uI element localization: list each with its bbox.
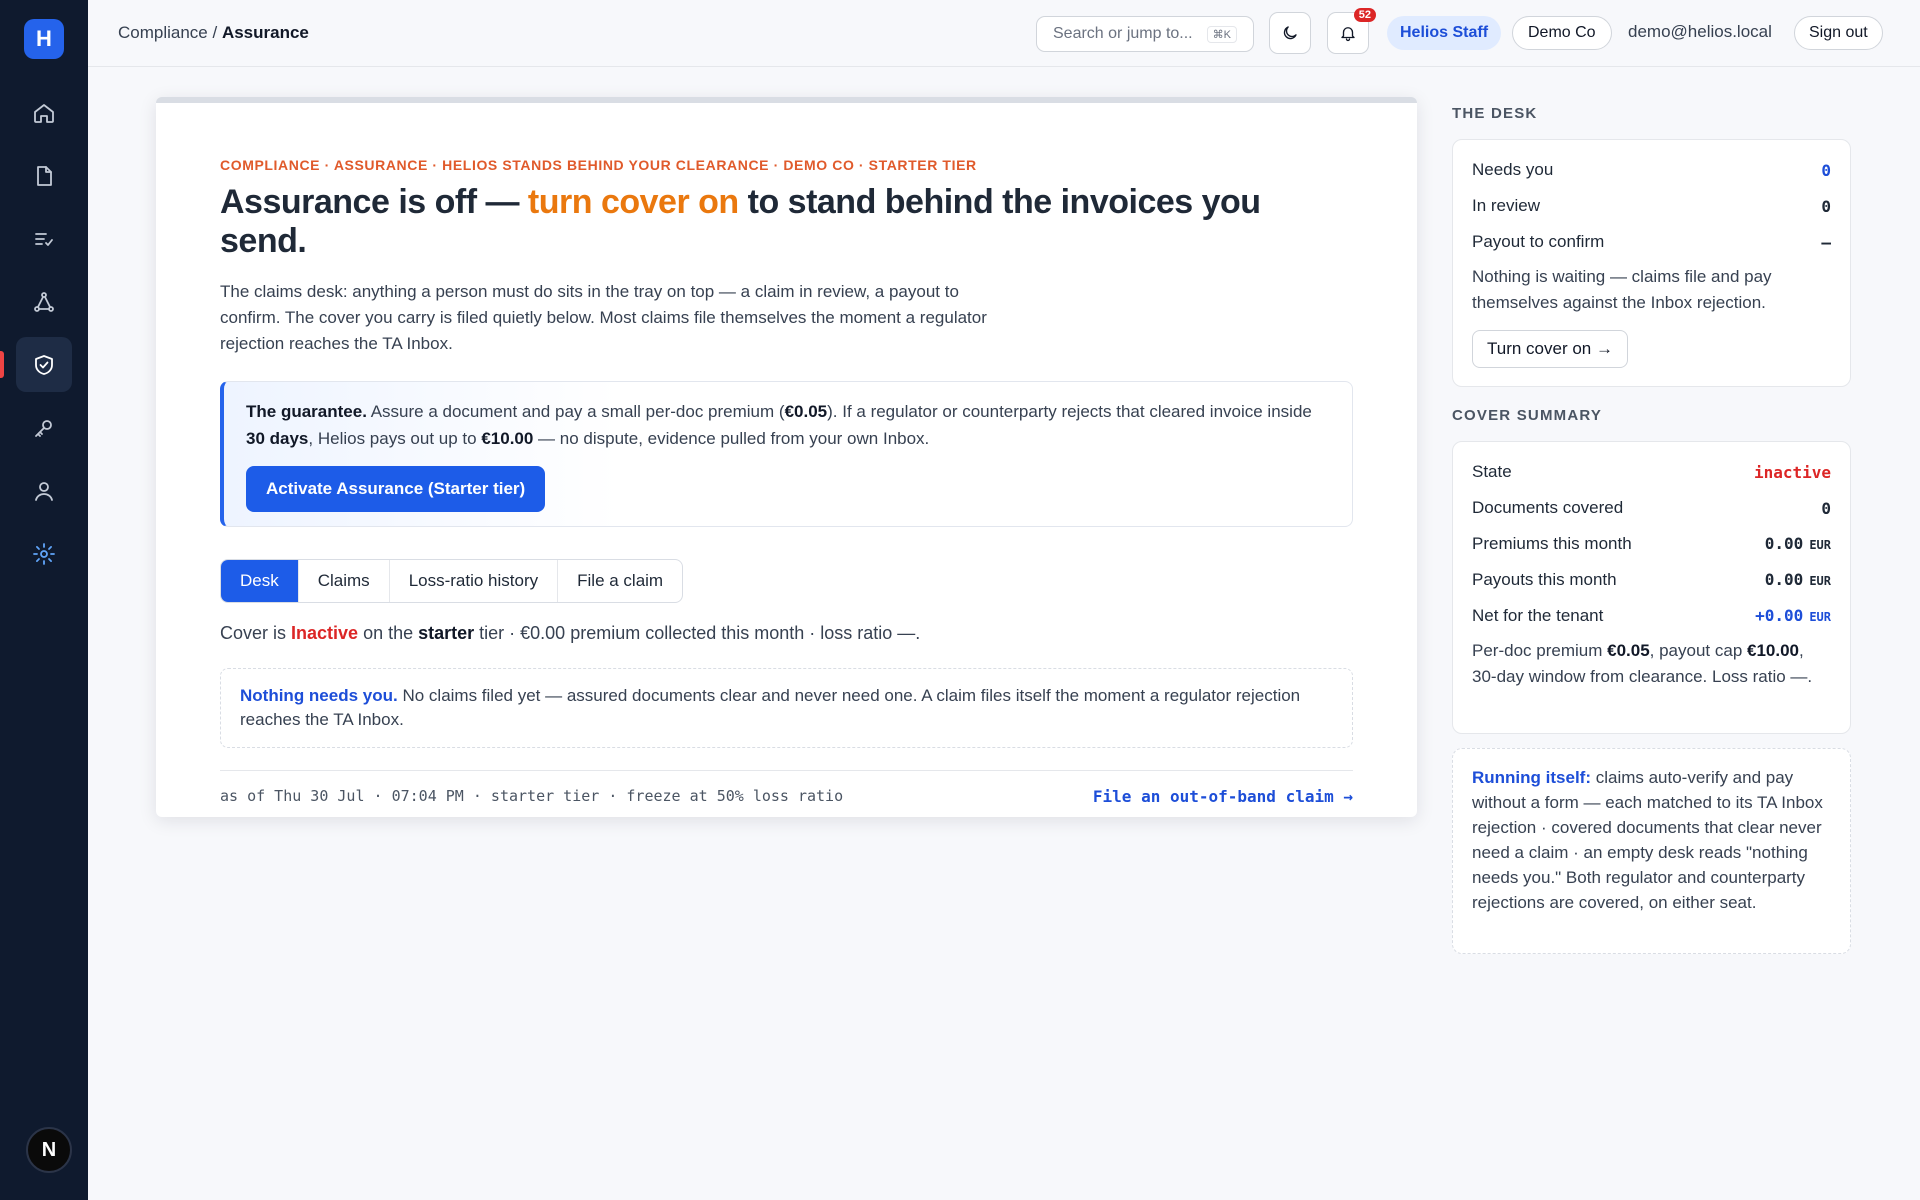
assurance-card: COMPLIANCE · ASSURANCE · HELIOS STANDS B… xyxy=(156,97,1417,817)
breadcrumb-current: Assurance xyxy=(221,23,309,42)
card-footer: as of Thu 30 Jul · 07:04 PM · starter ti… xyxy=(220,770,1353,806)
tab-bar: Desk Claims Loss-ratio history File a cl… xyxy=(220,559,684,603)
headline-accent: turn cover on xyxy=(527,183,739,221)
desk-row-in-review: In review 0 xyxy=(1472,196,1831,216)
breadcrumb: Compliance / Assurance xyxy=(118,23,309,43)
breadcrumb-separator: / xyxy=(207,23,222,42)
document-icon xyxy=(37,165,52,186)
file-out-of-band-claim-link[interactable]: File an out-of-band claim → xyxy=(1093,787,1353,806)
cover-row-net: Net for the tenant +0.00 EUR xyxy=(1472,606,1831,625)
cover-summary-card: State inactive Documents covered 0 Premium… xyxy=(1452,441,1851,734)
gear-icon xyxy=(33,542,55,565)
tab-desk[interactable]: Desk xyxy=(221,560,298,602)
cover-row-state: State inactive xyxy=(1472,462,1831,482)
search-placeholder: Search or jump to... xyxy=(1053,25,1193,42)
sidebar: H N xyxy=(0,0,88,1200)
activate-assurance-button[interactable]: Activate Assurance (Starter tier) xyxy=(246,466,546,512)
home-icon xyxy=(34,103,54,123)
notification-count-badge: 52 xyxy=(1353,8,1376,22)
lede-text: The claims desk: anything a person must … xyxy=(220,282,987,353)
bell-icon xyxy=(1341,27,1355,42)
desk-note: Nothing is waiting — claims file and pay… xyxy=(1472,267,1772,312)
cover-status-line: Cover is Inactive on the starter tier · … xyxy=(220,623,921,643)
cover-note: Per-doc premium €0.05, payout cap €10.00… xyxy=(1472,641,1813,686)
breadcrumb-parent[interactable]: Compliance xyxy=(118,23,208,42)
sidebar-item-tasks[interactable] xyxy=(16,211,72,266)
tab-file-a-claim[interactable]: File a claim xyxy=(557,560,682,602)
cover-row-documents: Documents covered 0 xyxy=(1472,498,1831,518)
sign-out-button[interactable]: Sign out xyxy=(1794,16,1883,50)
sidebar-item-keys[interactable] xyxy=(16,400,72,455)
turn-cover-on-button[interactable]: Turn cover on → xyxy=(1472,330,1628,368)
notifications-button[interactable]: 52 xyxy=(1327,8,1376,54)
sidebar-item-home[interactable] xyxy=(16,85,72,140)
user-avatar[interactable]: N xyxy=(26,1127,72,1173)
sidebar-item-settings[interactable] xyxy=(16,526,72,581)
sidebar-item-assurance[interactable] xyxy=(0,337,72,392)
page-title: Assurance is off — turn cover on to stan… xyxy=(220,183,1261,260)
cover-state: Inactive xyxy=(291,623,359,643)
as-of-timestamp: as of Thu 30 Jul · 07:04 PM · starter ti… xyxy=(220,787,844,805)
cover-row-payouts: Payouts this month 0.00 EUR xyxy=(1472,570,1831,589)
network-icon xyxy=(34,291,54,312)
guarantee-text: The guarantee. Assure a document and pay… xyxy=(246,402,1312,448)
sidebar-item-account[interactable] xyxy=(16,463,72,518)
cover-summary-title: COVER SUMMARY xyxy=(1452,407,1603,424)
search-shortcut: ⌘K xyxy=(1206,25,1237,43)
desk-section-title: THE DESK xyxy=(1452,105,1538,122)
user-email: demo@helios.local xyxy=(1628,22,1772,41)
sidebar-nav xyxy=(0,85,72,581)
org-switcher[interactable]: Demo Co xyxy=(1512,16,1612,50)
list-check-icon xyxy=(35,232,53,246)
search-input[interactable]: Search or jump to... ⌘K xyxy=(1036,16,1254,52)
eyebrow: COMPLIANCE · ASSURANCE · HELIOS STANDS B… xyxy=(220,157,977,173)
running-itself-note: Running itself: claims auto-verify and p… xyxy=(1452,748,1851,954)
guarantee-panel: The guarantee. Assure a document and pay… xyxy=(220,381,1353,527)
app-logo[interactable]: H xyxy=(24,19,64,59)
tab-loss-ratio-history[interactable]: Loss-ratio history xyxy=(388,560,557,602)
shield-check-icon xyxy=(35,354,53,375)
desk-card: Needs you 0 In review 0 Payout to confirm –… xyxy=(1452,139,1851,387)
desk-row-payout: Payout to confirm – xyxy=(1472,232,1831,252)
empty-desk-notice: Nothing needs you. No claims filed yet —… xyxy=(220,668,1353,748)
moon-icon xyxy=(1283,26,1297,40)
user-icon xyxy=(35,481,53,501)
cover-row-premiums: Premiums this month 0.00 EUR xyxy=(1472,534,1831,553)
tab-claims[interactable]: Claims xyxy=(297,560,389,602)
desk-row-needs-you: Needs you 0 xyxy=(1472,160,1831,180)
sidebar-item-documents[interactable] xyxy=(16,148,72,203)
theme-toggle-button[interactable] xyxy=(1269,12,1311,54)
staff-badge: Helios Staff xyxy=(1387,16,1502,50)
sidebar-item-network[interactable] xyxy=(16,274,72,329)
key-icon xyxy=(35,419,52,437)
